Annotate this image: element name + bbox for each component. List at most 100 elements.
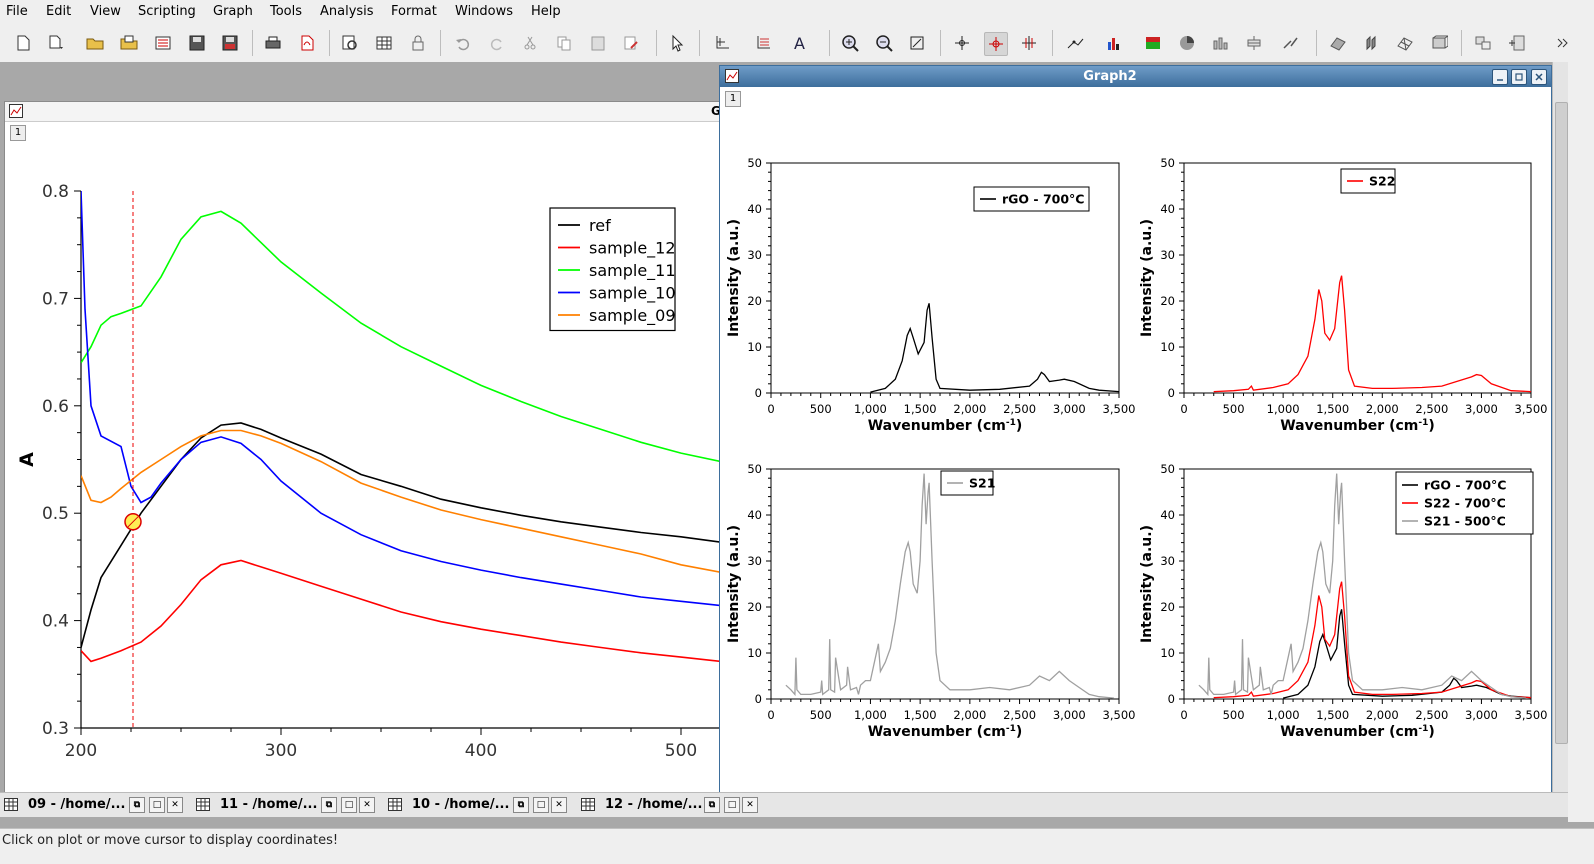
y-tick-label: 50 xyxy=(1160,156,1175,170)
menu-file[interactable]: File xyxy=(6,4,28,19)
3d-wireframe-icon[interactable] xyxy=(1394,32,1416,54)
3d-ribbon-icon[interactable] xyxy=(1360,32,1382,54)
text-dropdown-icon[interactable]: A xyxy=(790,32,812,54)
save-icon[interactable] xyxy=(186,32,208,54)
screen-reader-icon[interactable] xyxy=(984,32,1008,56)
3d-surface-icon[interactable] xyxy=(1327,32,1349,54)
y-tick-label: 0.5 xyxy=(42,504,69,524)
task-table-11[interactable]: 11 - /home/... ⧉ □ ✕ xyxy=(196,796,381,814)
redo-icon[interactable] xyxy=(486,32,508,54)
clear-icon[interactable] xyxy=(620,32,642,54)
close-button[interactable] xyxy=(1531,69,1547,85)
lock-icon[interactable] xyxy=(407,32,429,54)
zoom-out-icon[interactable] xyxy=(873,32,895,54)
series-line-ref[interactable] xyxy=(81,422,721,648)
maximize-button[interactable]: □ xyxy=(724,797,740,813)
export-pdf-icon[interactable] xyxy=(296,32,318,54)
raman-charts[interactable]: 010203040500 500 1,000 1,500 2,000 2,500 3,000… xyxy=(720,87,1551,793)
maximize-button[interactable]: □ xyxy=(341,797,357,813)
task-table-09[interactable]: 09 - /home/... ⧉ □ ✕ xyxy=(4,796,189,814)
menu-view[interactable]: View xyxy=(90,4,121,19)
box-plot-icon[interactable] xyxy=(1243,32,1265,54)
legend-entry: S22 xyxy=(1369,174,1395,189)
y-tick-label: 30 xyxy=(1160,554,1175,568)
menu-windows[interactable]: Windows xyxy=(455,4,513,19)
axes-dropdown-icon[interactable] xyxy=(712,32,734,54)
save-as-icon[interactable] xyxy=(219,32,241,54)
close-button[interactable]: ✕ xyxy=(167,797,183,813)
restore-button[interactable]: ⧉ xyxy=(513,797,529,813)
menu-edit[interactable]: Edit xyxy=(46,4,71,19)
menu-analysis[interactable]: Analysis xyxy=(320,4,374,19)
maximize-button[interactable]: □ xyxy=(149,797,165,813)
y-tick-label: 0.7 xyxy=(42,289,69,309)
open-template-icon[interactable] xyxy=(118,32,140,54)
x-tick-label: 500 xyxy=(1223,402,1245,416)
new-project-icon[interactable] xyxy=(12,32,34,54)
menu-tools[interactable]: Tools xyxy=(270,4,302,19)
paste-icon[interactable] xyxy=(587,32,609,54)
image-plot-icon[interactable] xyxy=(1142,32,1164,54)
task-table-12[interactable]: 12 - /home/... ⧉ □ ✕ xyxy=(581,796,766,814)
3d-scatter-icon[interactable] xyxy=(1428,32,1450,54)
menu-help[interactable]: Help xyxy=(531,4,561,19)
graph2-titlebar[interactable]: Graph2 xyxy=(720,66,1551,87)
bar-chart-dropdown-icon[interactable] xyxy=(1104,32,1126,54)
svg-text:A: A xyxy=(794,34,805,52)
restore-button[interactable]: ⧉ xyxy=(321,797,337,813)
close-button[interactable]: ✕ xyxy=(551,797,567,813)
task-label: 10 - /home/... xyxy=(412,797,510,812)
menu-graph[interactable]: Graph xyxy=(213,4,253,19)
y-axis-label: Intensity (a.u.) xyxy=(1139,525,1155,643)
data-range-icon[interactable] xyxy=(1018,32,1040,54)
menu-scripting[interactable]: Scripting xyxy=(138,4,196,19)
restore-button[interactable]: ⧉ xyxy=(129,797,145,813)
print-icon[interactable] xyxy=(262,32,284,54)
close-button[interactable]: ✕ xyxy=(742,797,758,813)
maximize-button[interactable] xyxy=(1511,69,1527,85)
table-icon[interactable] xyxy=(373,32,395,54)
toolbar-overflow-icon[interactable] xyxy=(1552,32,1574,54)
y-tick-label: 0.6 xyxy=(42,397,69,417)
graph1-titlebar[interactable]: G xyxy=(5,102,721,122)
y-tick-label: 40 xyxy=(1160,202,1175,216)
maximize-icon xyxy=(1515,73,1523,81)
3d-bars-icon[interactable] xyxy=(1209,32,1231,54)
maximize-button[interactable]: □ xyxy=(533,797,549,813)
x-axis-label: Wavenumber (cm-1) xyxy=(868,418,1023,434)
data-reader-icon[interactable] xyxy=(951,32,973,54)
menu-bar: File Edit View Scripting Graph Tools Ana… xyxy=(0,0,1594,24)
menu-format[interactable]: Format xyxy=(391,4,437,19)
x-tick-label: 2,000 xyxy=(1366,402,1399,416)
vector-dropdown-icon[interactable] xyxy=(1280,32,1302,54)
new-dropdown-icon[interactable] xyxy=(45,32,67,54)
x-tick-label: 200 xyxy=(65,741,97,761)
minimize-button[interactable] xyxy=(1492,69,1508,85)
task-table-10[interactable]: 10 - /home/... ⧉ □ ✕ xyxy=(388,796,573,814)
undo-icon[interactable] xyxy=(452,32,474,54)
copy-icon[interactable] xyxy=(553,32,575,54)
y-tick-label: 0.4 xyxy=(42,612,69,632)
close-button[interactable]: ✕ xyxy=(359,797,375,813)
line-style-dropdown-icon[interactable] xyxy=(1064,32,1086,54)
preview-icon[interactable] xyxy=(339,32,361,54)
pointer-icon[interactable] xyxy=(666,32,688,54)
y-tick-label: 40 xyxy=(1160,508,1175,522)
restore-button[interactable]: ⧉ xyxy=(704,797,720,813)
import-ascii-icon[interactable] xyxy=(152,32,174,54)
cut-icon[interactable] xyxy=(519,32,541,54)
add-layer-icon[interactable] xyxy=(1506,32,1528,54)
arrange-layers-icon[interactable] xyxy=(1472,32,1494,54)
rescale-icon[interactable] xyxy=(906,32,928,54)
absorbance-chart[interactable]: 0.3 0.4 0.5 0.6 0.7 0.8 200 300 400 500 Aref sample… xyxy=(5,121,721,793)
series-line-sample_12[interactable] xyxy=(81,559,721,663)
workspace-scrollbar[interactable] xyxy=(1552,62,1569,792)
grid-dropdown-icon[interactable] xyxy=(753,32,775,54)
graph1-window[interactable]: G 1 0.3 0.4 0.5 0.6 0.7 0.8 200 300 400 500 Aref sa… xyxy=(4,101,722,794)
zoom-in-icon[interactable] xyxy=(839,32,861,54)
open-folder-icon[interactable] xyxy=(84,32,106,54)
graph2-window[interactable]: Graph2 1 0 10 20 30 40 50 0 500 1,000 1,500 2,000 2… xyxy=(719,65,1552,794)
scrollbar-handle[interactable] xyxy=(1555,102,1568,744)
pie-icon[interactable] xyxy=(1176,32,1198,54)
x-tick-label: 300 xyxy=(265,741,297,761)
